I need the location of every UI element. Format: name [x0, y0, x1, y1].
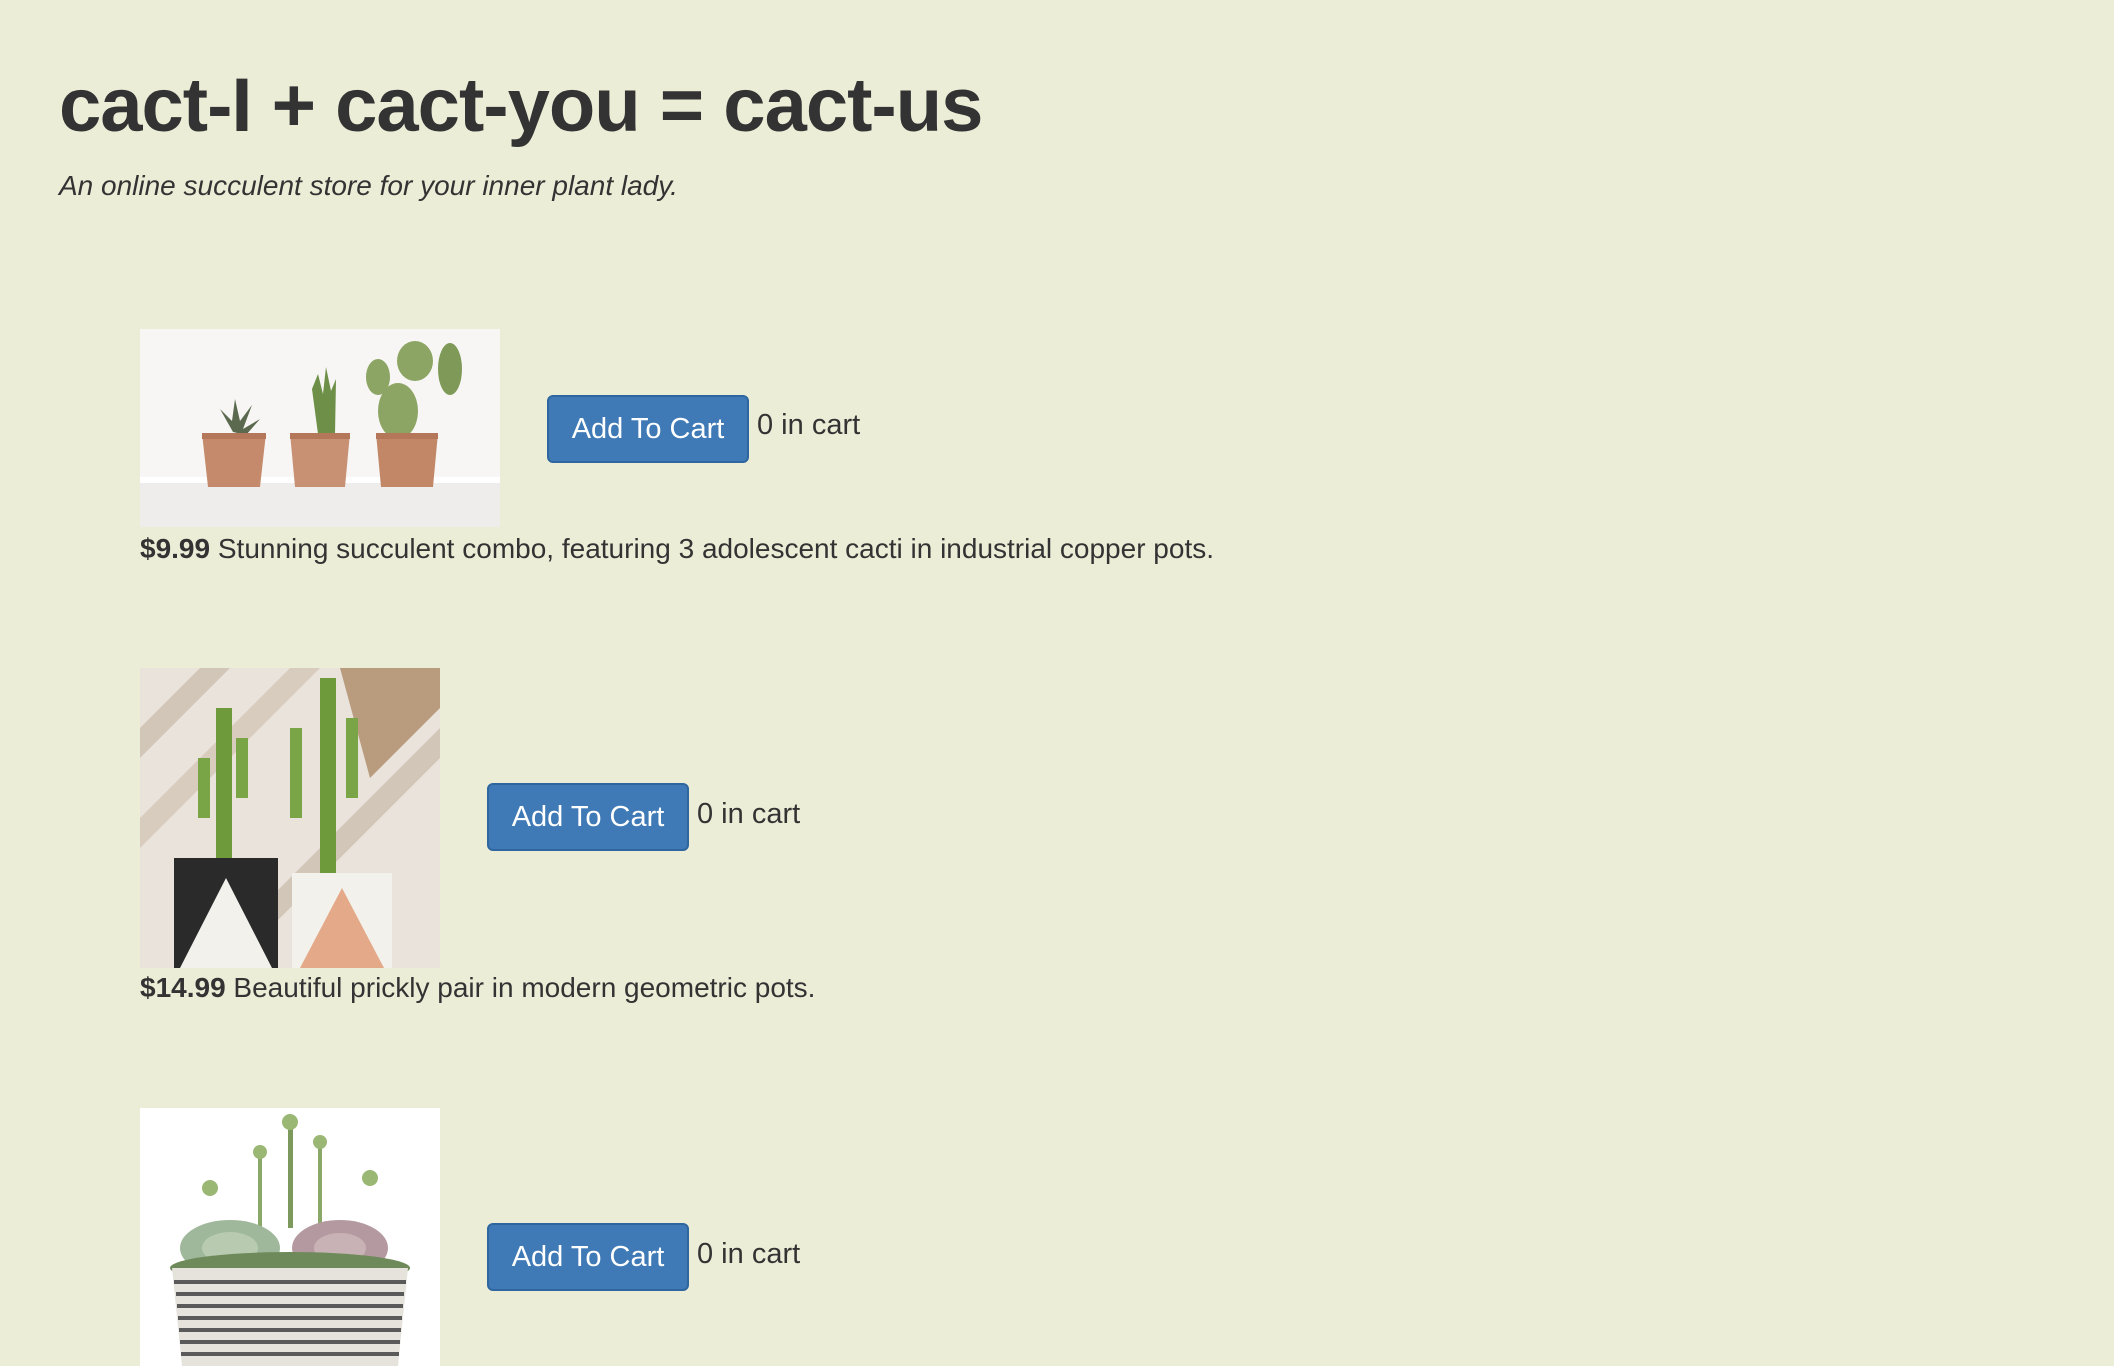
product-description-1: $9.99 Stunning succulent combo, featurin…	[140, 533, 1214, 565]
product-image-copper-pots	[140, 329, 500, 527]
cart-count-2: 0 in cart	[697, 798, 801, 830]
store-page: cact-I + cact-you = cact-us An online su…	[0, 0, 2114, 1366]
product-image-succulent-bowl	[140, 1108, 440, 1366]
product-price-1: $9.99	[140, 533, 211, 564]
page-tagline: An online succulent store for your inner…	[59, 170, 678, 201]
copper-pots-cacti-icon	[140, 329, 500, 527]
product-image-geometric-pots	[140, 668, 440, 968]
product-text-1: Stunning succulent combo, featuring 3 ad…	[217, 533, 1215, 564]
succulent-bowl-icon	[140, 1108, 440, 1366]
cart-count-1: 0 in cart	[757, 409, 861, 441]
add-to-cart-button-3[interactable]: Add To Cart	[487, 1223, 689, 1291]
page-title: cact-I + cact-you = cact-us	[59, 63, 983, 148]
product-description-2: $14.99 Beautiful prickly pair in modern …	[140, 972, 815, 1004]
product-text-2: Beautiful prickly pair in modern geometr…	[233, 972, 816, 1003]
cart-count-3: 0 in cart	[697, 1238, 801, 1270]
product-price-2: $14.99	[140, 972, 226, 1003]
add-to-cart-button-1[interactable]: Add To Cart	[547, 395, 749, 463]
geometric-pots-cacti-icon	[140, 668, 440, 968]
add-to-cart-button-2[interactable]: Add To Cart	[487, 783, 689, 851]
